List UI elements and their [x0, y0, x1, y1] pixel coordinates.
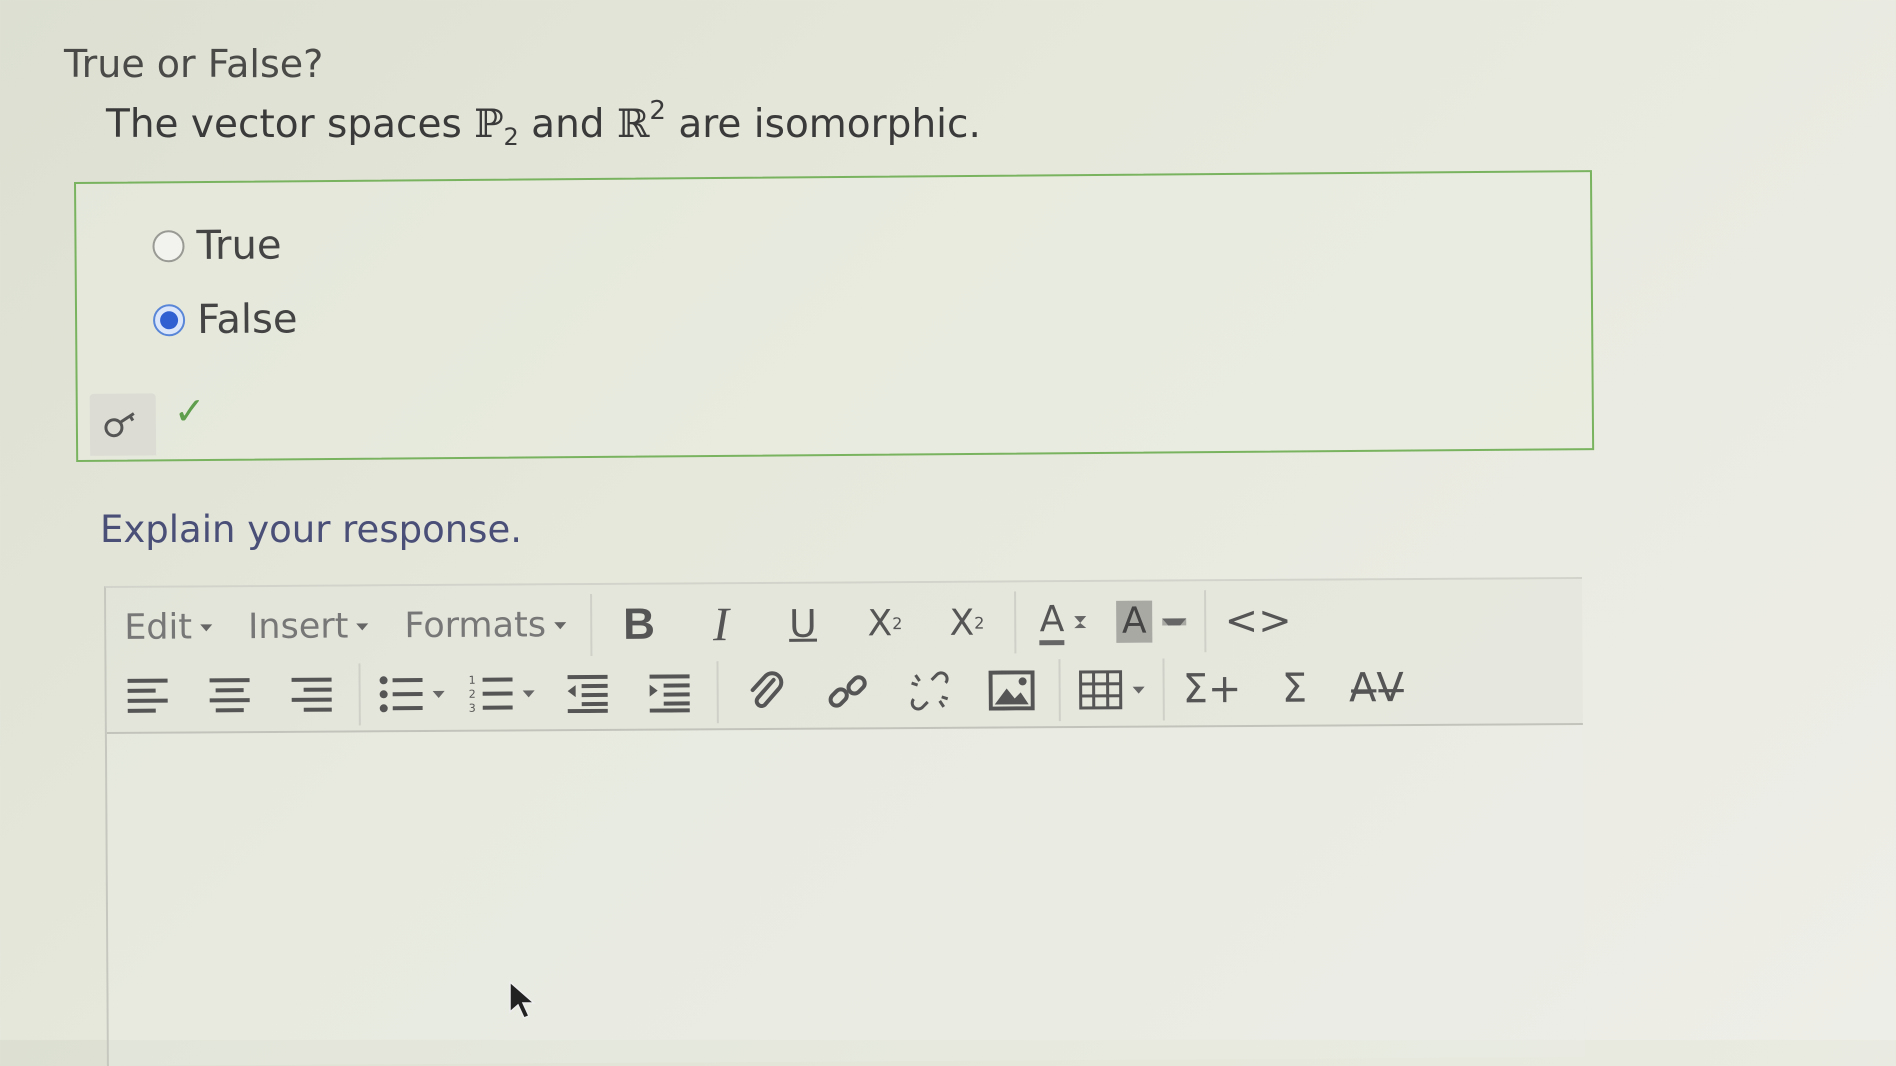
choice-true[interactable]: True: [152, 222, 281, 269]
toolbar-divider: [1014, 591, 1016, 653]
insert-image-button[interactable]: [982, 662, 1040, 718]
statement-and: and: [519, 102, 617, 147]
insert-link-button[interactable]: [818, 663, 876, 719]
choice-true-label: True: [196, 222, 281, 269]
chevron-down-icon: [1074, 616, 1086, 628]
attach-button[interactable]: [736, 664, 794, 720]
answer-choices-box: True False ✓: [74, 170, 1594, 462]
superscript-button[interactable]: X2: [938, 595, 996, 651]
image-icon: [989, 670, 1035, 710]
table-icon: [1079, 670, 1123, 710]
bullet-list-button[interactable]: [378, 666, 444, 722]
question-title: True or False?: [64, 42, 323, 86]
unlink-icon: [908, 669, 952, 713]
align-center-button[interactable]: [200, 667, 258, 723]
bullet-list-icon: [379, 674, 423, 714]
r-symbol: ℝ: [617, 102, 649, 147]
r-superscript: 2: [649, 96, 666, 126]
toolbar-row-2: 123: [106, 656, 1417, 728]
toolbar-divider: [1058, 659, 1060, 721]
outdent-button[interactable]: [558, 665, 616, 721]
chevron-down-icon: [200, 624, 212, 631]
numbered-list-button[interactable]: 123: [468, 665, 534, 721]
statement-post: are isomorphic.: [666, 102, 981, 147]
mouse-cursor-icon: [508, 980, 538, 1020]
chevron-down-icon: [1133, 686, 1145, 693]
toolbar-divider: [1162, 659, 1164, 721]
explain-prompt: Explain your response.: [100, 508, 522, 551]
choice-false-label: False: [197, 296, 298, 343]
subscript-button[interactable]: X2: [856, 595, 914, 651]
align-right-icon: [290, 675, 334, 715]
align-right-button[interactable]: [282, 667, 340, 723]
bold-button[interactable]: B: [610, 597, 668, 653]
source-code-button[interactable]: <>: [1224, 593, 1291, 649]
editor-toolbar: Edit Insert Formats B I U X2 X2 A A <>: [106, 579, 1583, 734]
font-color-button[interactable]: A: [1034, 594, 1092, 650]
chevron-down-icon: [1163, 618, 1187, 625]
checkmark-icon: ✓: [174, 389, 206, 433]
align-left-icon: [126, 676, 170, 716]
align-left-button[interactable]: [119, 668, 177, 724]
svg-text:2: 2: [469, 688, 476, 701]
key-icon[interactable]: [90, 393, 156, 456]
menu-formats[interactable]: Formats: [386, 605, 584, 646]
choice-false[interactable]: False: [153, 296, 298, 343]
indent-icon: [648, 672, 692, 712]
toolbar-divider: [358, 663, 360, 725]
special-characters-button[interactable]: A̶V̶: [1347, 660, 1405, 716]
editor-text-area[interactable]: [107, 725, 1585, 1066]
numbered-list-icon: 123: [469, 674, 513, 714]
paperclip-icon: [746, 670, 786, 714]
sigma-button[interactable]: Σ: [1265, 661, 1323, 717]
p-symbol: ℙ: [474, 102, 503, 147]
outdent-icon: [566, 673, 610, 713]
question-statement: The vector spaces ℙ2 and ℝ2 are isomorph…: [106, 96, 981, 151]
equation-editor-button[interactable]: Σ+: [1182, 661, 1241, 717]
menu-insert[interactable]: Insert: [230, 606, 387, 647]
statement-pre: The vector spaces: [106, 102, 474, 147]
radio-true[interactable]: [152, 230, 184, 262]
align-center-icon: [208, 675, 252, 715]
toolbar-divider: [590, 594, 592, 656]
chevron-down-icon: [356, 623, 368, 630]
svg-text:1: 1: [469, 674, 476, 687]
radio-false[interactable]: [153, 304, 185, 336]
insert-table-button[interactable]: [1078, 662, 1144, 718]
chevron-down-icon: [554, 622, 566, 629]
indent-button[interactable]: [640, 664, 698, 720]
background-color-button[interactable]: A: [1116, 593, 1187, 649]
italic-button[interactable]: I: [692, 596, 750, 652]
menu-edit[interactable]: Edit: [106, 607, 230, 648]
unlink-button[interactable]: [900, 663, 958, 719]
svg-text:3: 3: [469, 702, 476, 714]
toolbar-divider: [716, 661, 718, 723]
toolbar-divider: [1204, 590, 1206, 652]
chevron-down-icon: [433, 690, 445, 697]
chevron-down-icon: [523, 690, 535, 697]
link-icon: [826, 669, 870, 713]
p-subscript: 2: [504, 123, 519, 151]
underline-button[interactable]: U: [774, 596, 832, 652]
rich-text-editor: Edit Insert Formats B I U X2 X2 A A <>: [104, 577, 1585, 1066]
toolbar-row-1: Edit Insert Formats B I U X2 X2 A A <>: [106, 589, 1304, 660]
